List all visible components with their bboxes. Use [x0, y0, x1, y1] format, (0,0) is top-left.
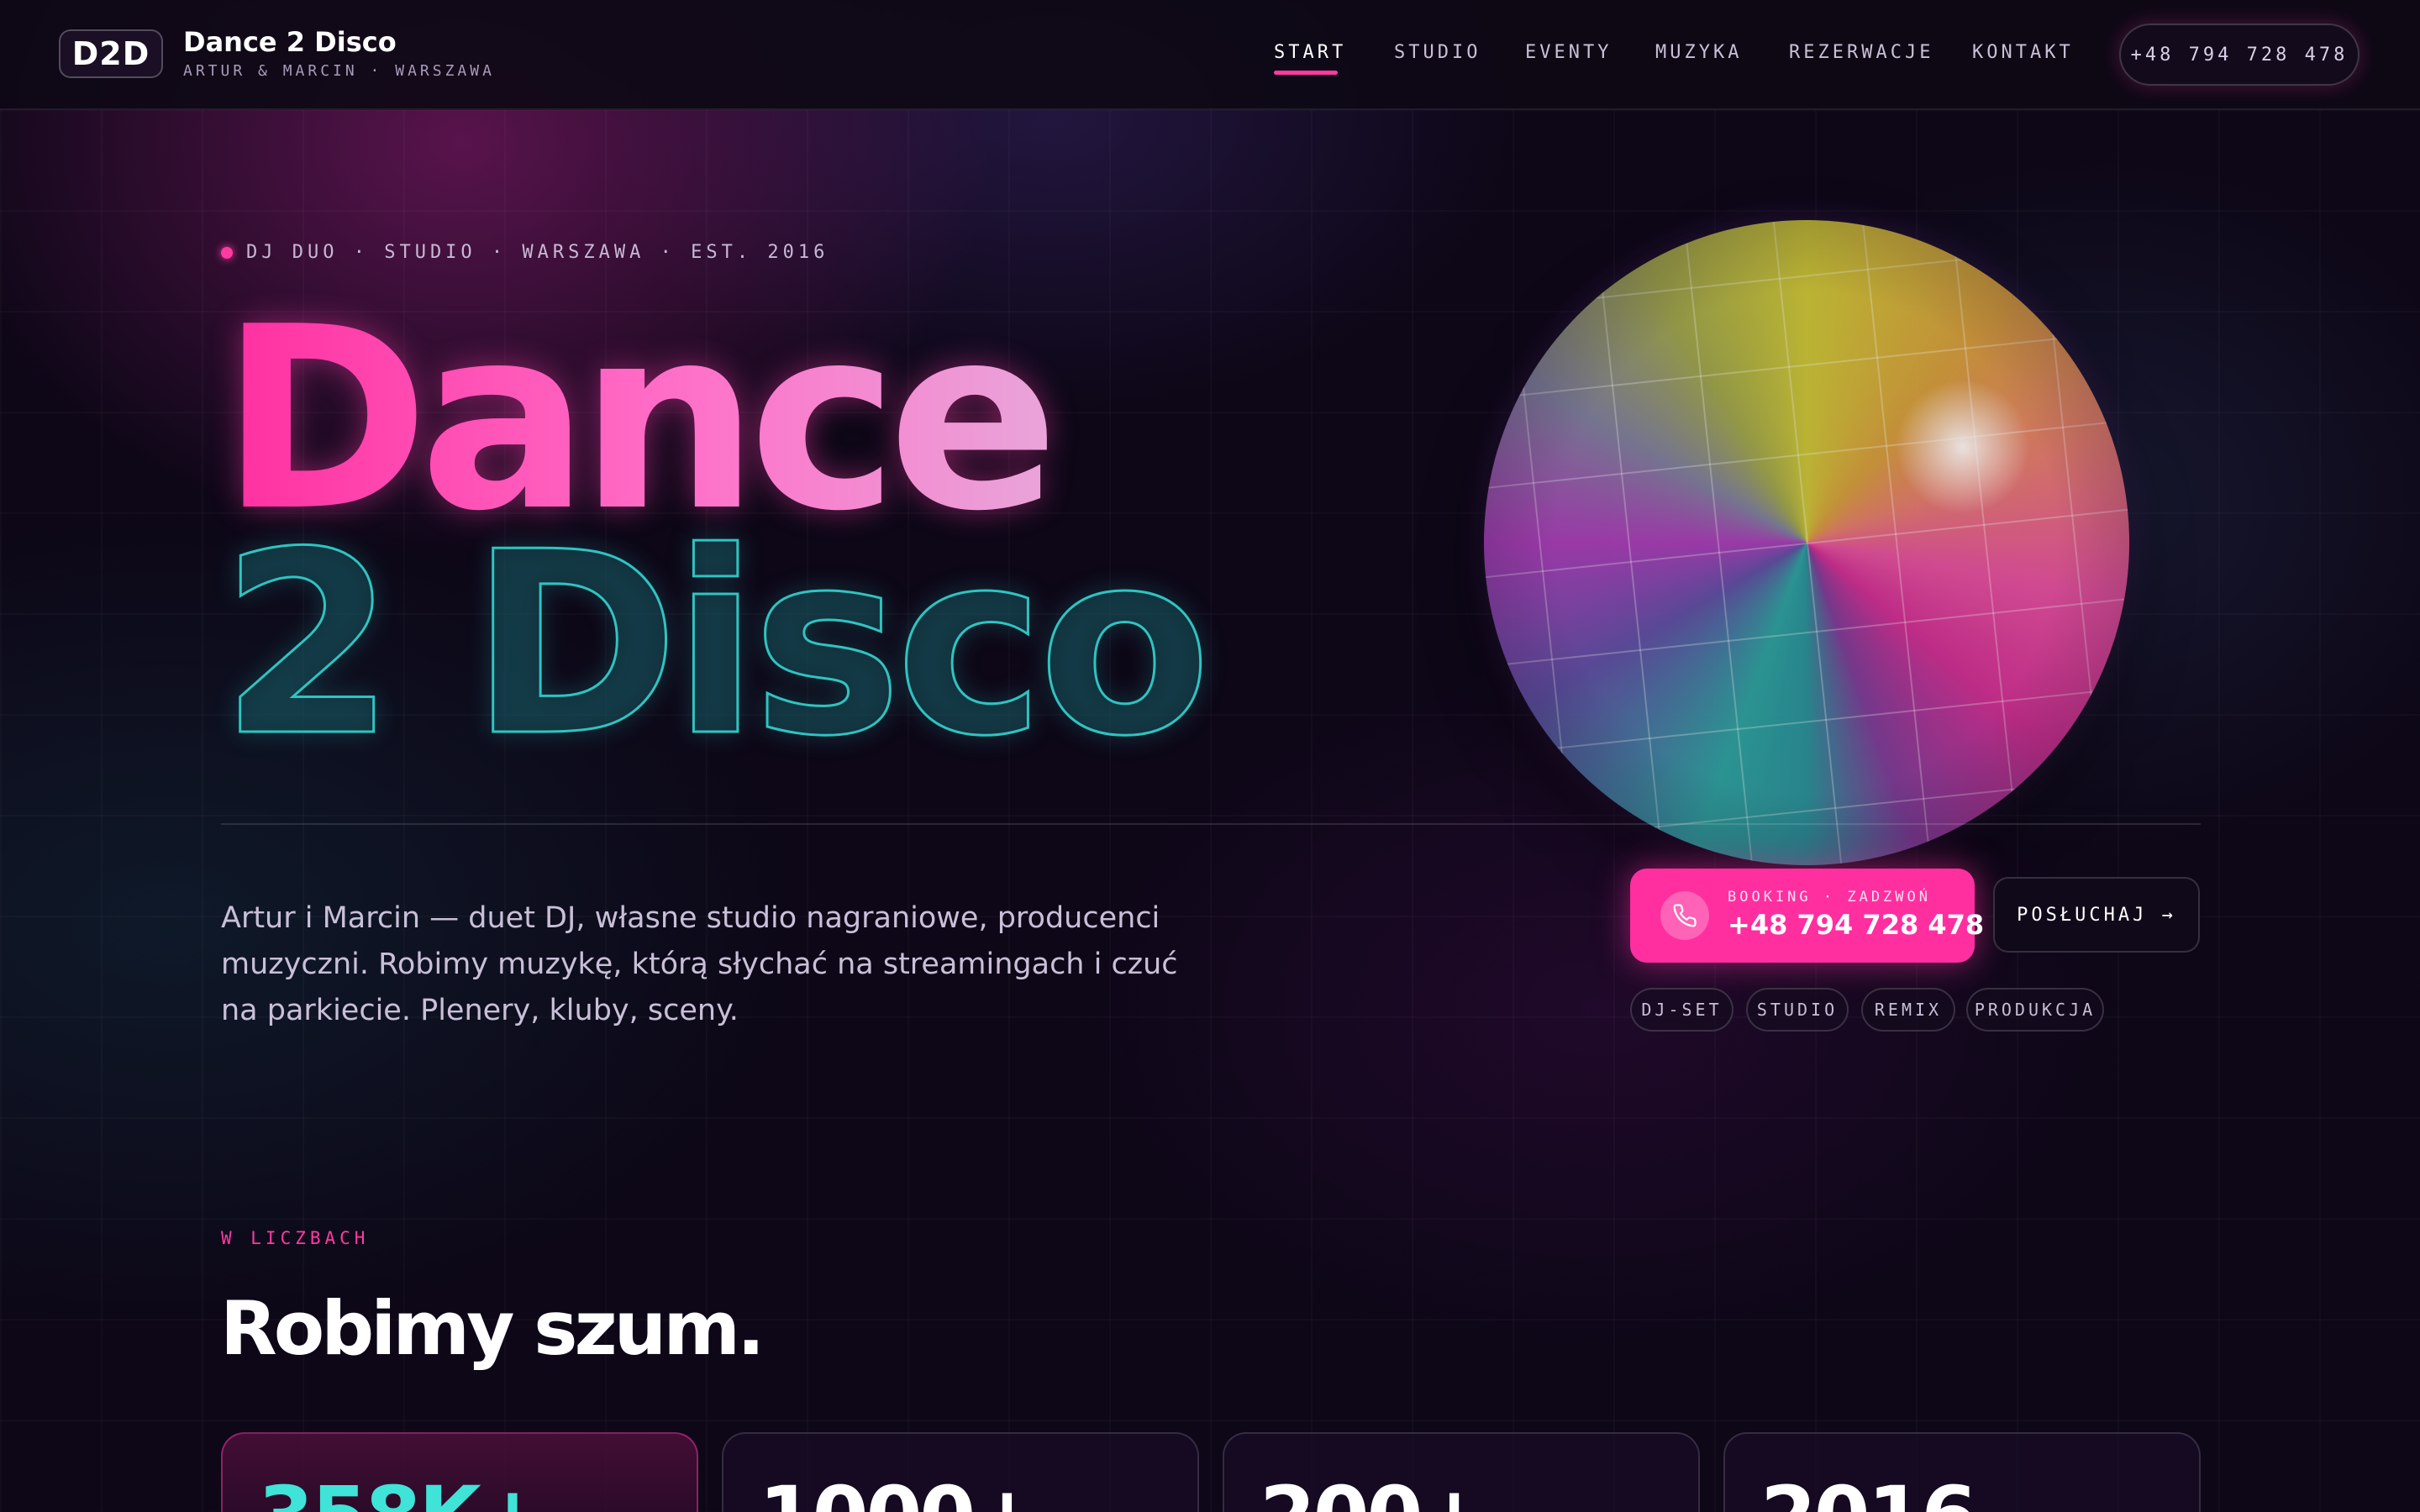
tag-produkcja: PRODUKCJA [1966, 988, 2104, 1032]
hero-title-line2: 2 Disco [219, 498, 1213, 791]
nav-item-rezerwacje[interactable]: REZERWACJE [1789, 42, 1933, 63]
tag-remix: REMIX [1861, 988, 1955, 1032]
stat-value: 200+ [1260, 1476, 1488, 1512]
stat-card: 2016 [1723, 1432, 2201, 1512]
booking-label: BOOKING · ZADZWOŃ [1728, 889, 1931, 906]
listen-button[interactable]: POSŁUCHAJ → [1993, 877, 2200, 953]
stat-card: 358K+ [221, 1432, 698, 1512]
booking-call-button[interactable]: BOOKING · ZADZWOŃ +48 794 728 478 [1630, 869, 1984, 963]
live-dot-icon [221, 246, 233, 259]
stat-value: 1000+ [759, 1476, 1041, 1512]
stat-card: 1000+ [722, 1432, 1199, 1512]
header-phone-button[interactable]: +48 794 728 478 [2119, 24, 2360, 86]
hero-description: Artur i Marcin — duet DJ, własne studio … [221, 901, 1178, 1027]
hero-divider [221, 823, 2201, 825]
nav-item-studio[interactable]: STUDIO [1394, 42, 1481, 63]
main-nav: START STUDIO EVENTY MUZYKA REZERWACJE KO… [0, 0, 2420, 110]
booking-phone-number: +48 794 728 478 [1728, 909, 1985, 941]
tag-dj-set: DJ-SET [1630, 988, 1733, 1032]
stat-value: 2016 [1760, 1476, 1977, 1512]
stat-value: 358K+ [258, 1476, 546, 1512]
nav-item-eventy[interactable]: EVENTY [1525, 42, 1612, 63]
site-header: D2D Dance 2 Disco ARTUR & MARCIN · WARSZ… [0, 0, 2420, 110]
nav-active-indicator [1274, 71, 1338, 75]
hero-eyebrow: DJ DUO · STUDIO · WARSZAWA · EST. 2016 [221, 242, 829, 263]
stats-title: Robimy szum. [220, 1285, 765, 1372]
nav-item-kontakt[interactable]: KONTAKT [1972, 42, 2074, 63]
hero-eyebrow-text: DJ DUO · STUDIO · WARSZAWA · EST. 2016 [246, 242, 829, 263]
nav-item-muzyka[interactable]: MUZYKA [1655, 42, 1742, 63]
phone-icon [1660, 891, 1709, 940]
disco-ball-graphic [1484, 220, 2129, 865]
tag-studio: STUDIO [1746, 988, 1849, 1032]
stats-eyebrow: W LICZBACH [221, 1228, 370, 1248]
nav-item-start[interactable]: START [1274, 42, 1346, 63]
stat-card: 200+ [1223, 1432, 1700, 1512]
